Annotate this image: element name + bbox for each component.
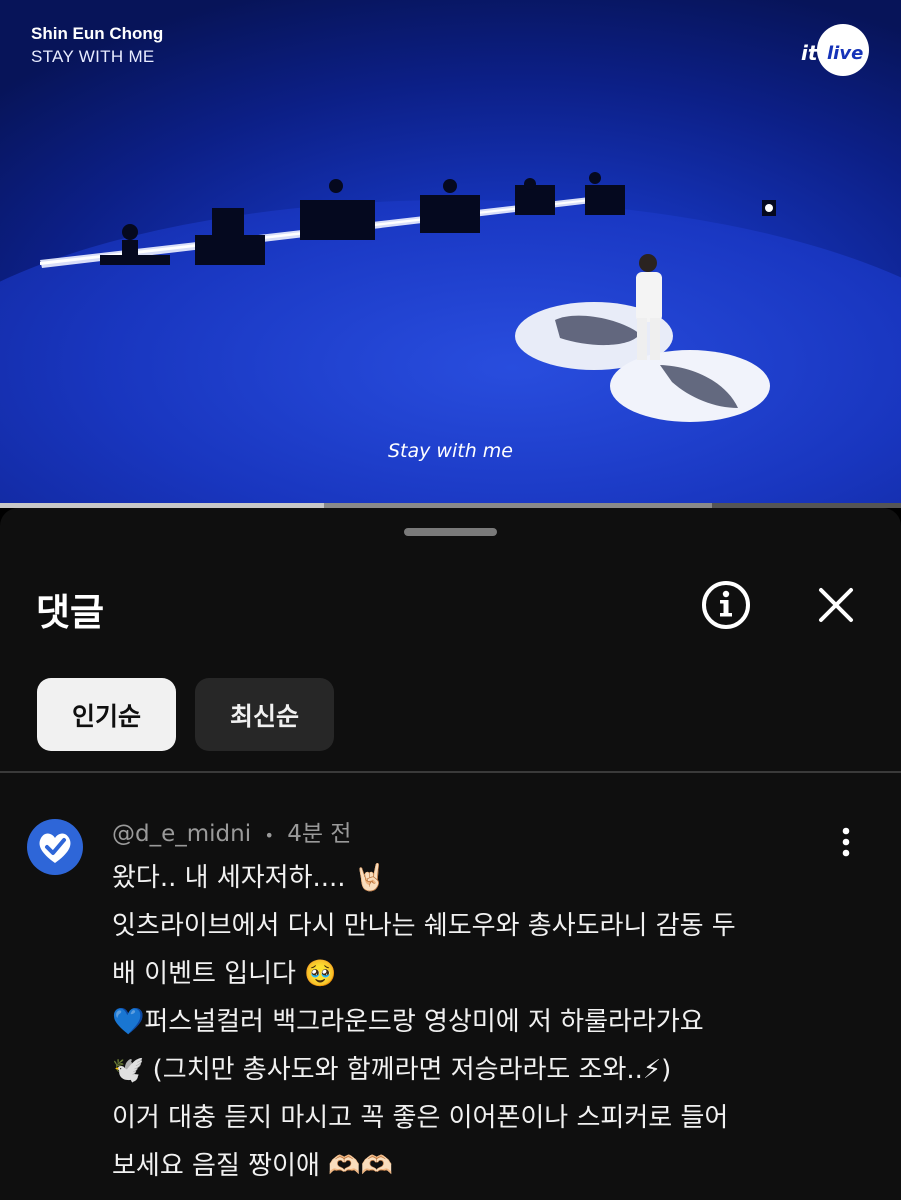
comments-title: 댓글 (36, 591, 105, 634)
comments-sheet: 댓글 인기순 최신순 @d_e_midni • 4분 전 왔다.. 내 세자저하… (0, 508, 901, 1200)
sort-tab-popular[interactable]: 인기순 (37, 678, 176, 751)
channel-logo: it's live (797, 24, 869, 80)
drag-handle[interactable] (404, 528, 497, 536)
comment-line: 💙퍼스널컬러 백그라운드랑 영상미에 저 하룰라라가요 (112, 1007, 704, 1037)
comment-author[interactable]: @d_e_midni (112, 821, 251, 847)
info-button[interactable] (696, 575, 756, 635)
comment-line: 배 이벤트 입니다 🥹 (112, 959, 337, 989)
avatar[interactable] (27, 819, 83, 875)
comment-line: 잇츠라이브에서 다시 만나는 쉐도우와 총사도라니 감동 두 (112, 911, 736, 941)
comment-line: 🕊️ (그치만 총사도와 함께라면 저승라라도 조와..⚡) (112, 1055, 672, 1085)
comment-line: 보세요 음질 짱이애 🫶🏻🫶🏻 (112, 1151, 393, 1181)
comment-line: 왔다.. 내 세자저하.... 🤘🏻 (112, 863, 387, 893)
video-player[interactable]: Shin Eun Chong STAY WITH ME it's live St… (0, 0, 901, 505)
comment-line: 이거 대충 듣지 마시고 꼭 좋은 이어폰이나 스피커로 들어 (112, 1103, 729, 1133)
stage-scene (40, 172, 776, 422)
close-icon (819, 588, 853, 622)
divider (0, 771, 901, 773)
info-icon (702, 581, 750, 629)
svg-text:live: live (827, 43, 863, 64)
song-title: STAY WITH ME (31, 47, 155, 66)
artist-name: Shin Eun Chong (31, 24, 164, 43)
video-caption: Stay with me (388, 440, 513, 462)
sort-tab-newest[interactable]: 최신순 (195, 678, 334, 751)
heart-check-icon (39, 833, 71, 863)
comment-meta: @d_e_midni • 4분 전 (112, 814, 351, 848)
comment-time: 4분 전 (287, 821, 352, 847)
meta-separator: • (264, 826, 274, 845)
comment-text: 왔다.. 내 세자저하.... 🤘🏻 잇츠라이브에서 다시 만나는 쉐도우와 총… (112, 854, 852, 1190)
close-button[interactable] (806, 575, 866, 635)
